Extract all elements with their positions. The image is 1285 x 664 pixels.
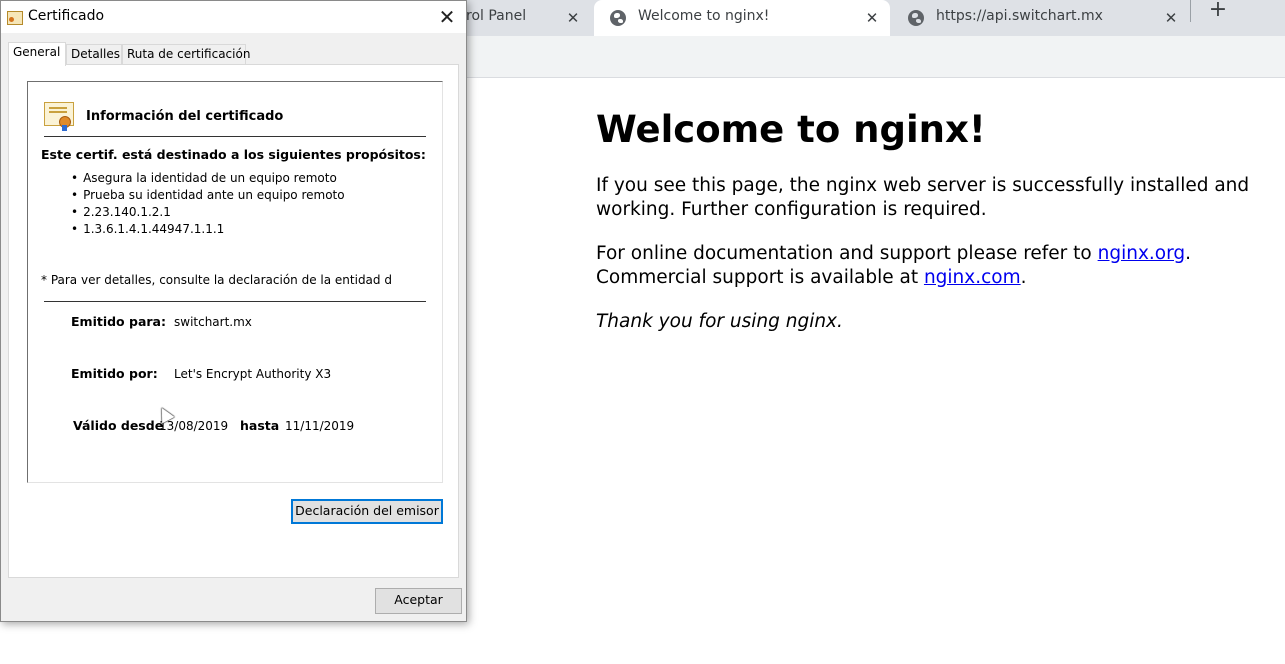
page-title: Welcome to nginx! [596, 108, 986, 151]
issuer-statement-button[interactable]: Declaración del emisor [291, 499, 443, 524]
purpose-item: 2.23.140.1.2.1 [71, 204, 345, 221]
purposes-list: Asegura la identidad de un equipo remoto… [71, 170, 345, 238]
certificate-icon [7, 11, 23, 25]
certificate-dialog: Certificado ✕ General Detalles Ruta de c… [0, 0, 467, 622]
tab-title: rol Panel [466, 8, 527, 24]
divider [44, 301, 426, 302]
ok-button[interactable]: Aceptar [375, 588, 462, 614]
close-icon[interactable]: ✕ [563, 8, 583, 28]
divider [44, 136, 426, 137]
close-icon[interactable]: ✕ [1161, 8, 1181, 28]
globe-icon [610, 10, 626, 26]
dialog-title-bar[interactable]: Certificado ✕ [1, 1, 466, 33]
tab-detalles[interactable]: Detalles [66, 44, 122, 65]
valid-to-value: 11/11/2019 [285, 419, 355, 433]
certificate-info-box: Información del certificado Este certif.… [27, 81, 443, 483]
tab-title: Welcome to nginx! [638, 8, 770, 24]
info-heading: Información del certificado [86, 109, 284, 124]
nginx-com-link[interactable]: nginx.com [924, 267, 1021, 288]
new-tab-button[interactable]: + [1207, 0, 1229, 22]
tab-ruta-certificacion[interactable]: Ruta de certificación [122, 44, 250, 65]
thanks-paragraph: Thank you for using nginx. [596, 311, 843, 332]
page-content: Welcome to nginx! If you see this page, … [596, 106, 1266, 354]
tab-general[interactable]: General [8, 42, 66, 66]
purpose-item: Prueba su identidad ante un equipo remot… [71, 187, 345, 204]
details-note: * Para ver detalles, consulte la declara… [41, 273, 391, 287]
valid-to-label: hasta [240, 418, 280, 433]
valid-from-value: 13/08/2019 [159, 419, 229, 433]
intro-paragraph: If you see this page, the nginx web serv… [596, 175, 1250, 220]
period-text: . [1020, 267, 1027, 288]
tab-separator [1190, 0, 1191, 22]
valid-from-label: Válido desde [73, 418, 164, 433]
nginx-org-link[interactable]: nginx.org [1098, 243, 1186, 264]
close-icon[interactable]: ✕ [435, 4, 459, 30]
close-icon[interactable]: ✕ [862, 8, 882, 28]
general-tab-panel: Información del certificado Este certif.… [8, 64, 459, 578]
tab-api-switchart[interactable]: https://api.switchart.mx ✕ [894, 0, 1188, 36]
issued-by-label: Emitido por: [71, 366, 158, 381]
tab-title: https://api.switchart.mx [936, 8, 1103, 24]
dialog-title: Certificado [28, 8, 105, 24]
seal-icon [59, 116, 71, 131]
tab-welcome-to-nginx[interactable]: Welcome to nginx! ✕ [594, 0, 890, 36]
purpose-item: Asegura la identidad de un equipo remoto [71, 170, 345, 187]
purpose-item: 1.3.6.1.4.1.44947.1.1.1 [71, 221, 345, 238]
purposes-heading: Este certif. está destinado a los siguie… [41, 147, 426, 162]
globe-icon [908, 10, 924, 26]
issued-to-label: Emitido para: [71, 314, 166, 329]
docs-text: For online documentation and support ple… [596, 243, 1098, 264]
issued-by-value: Let's Encrypt Authority X3 [174, 367, 332, 381]
docs-paragraph: For online documentation and support ple… [596, 242, 1266, 290]
issued-to-value: switchart.mx [174, 315, 252, 329]
certificate-icon [44, 102, 74, 131]
